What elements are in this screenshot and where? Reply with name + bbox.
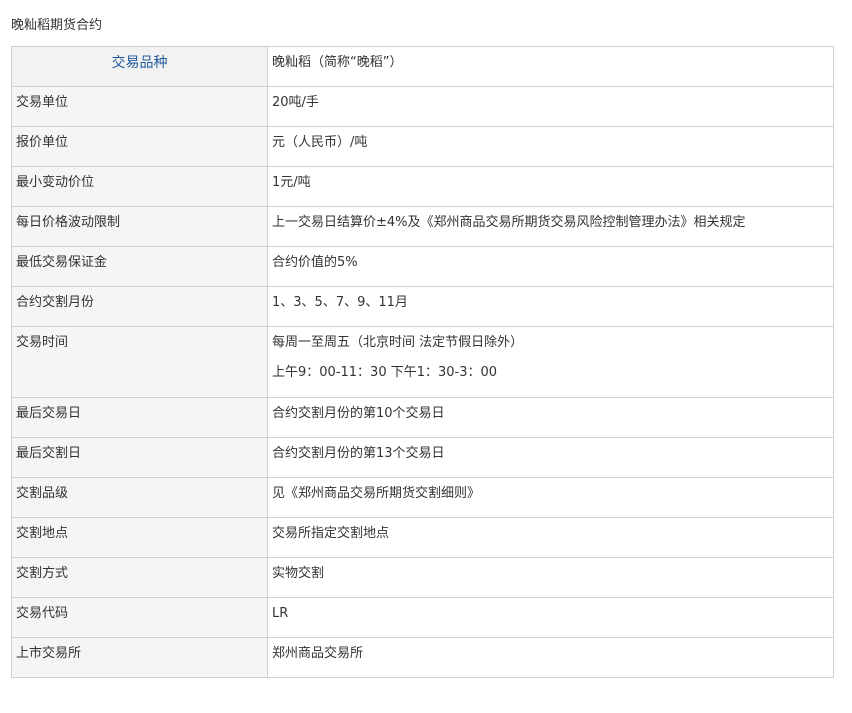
row-value-cell: 实物交割	[267, 557, 834, 598]
row-key-cell: 最后交割日	[11, 437, 268, 478]
header-value-cell: 晚籼稻（简称“晚稻”）	[267, 46, 834, 87]
row-key-cell: 报价单位	[11, 126, 268, 167]
table-row: 最小变动价位 1元/吨	[11, 166, 834, 207]
table-row: 交易单位 20吨/手	[11, 86, 834, 127]
table-row: 最后交易日 合约交割月份的第10个交易日	[11, 397, 834, 438]
table-row: 上市交易所 郑州商品交易所	[11, 637, 834, 678]
row-value-cell: LR	[267, 597, 834, 638]
row-value-cell: 合约交割月份的第10个交易日	[267, 397, 834, 438]
row-key-cell: 交割品级	[11, 477, 268, 518]
row-value-cell: 元（人民币）/吨	[267, 126, 834, 167]
table-row: 报价单位 元（人民币）/吨	[11, 126, 834, 167]
table-header-row: 交易品种 晚籼稻（简称“晚稻”）	[11, 46, 834, 87]
row-value-cell: 每周一至周五（北京时间 法定节假日除外） 上午9：00-11：30 下午1：30…	[267, 326, 834, 398]
row-key-cell: 交易单位	[11, 86, 268, 127]
contract-spec-table: 交易品种 晚籼稻（简称“晚稻”） 交易单位 20吨/手 报价单位 元（人民币）/…	[11, 46, 834, 678]
table-row: 最低交易保证金 合约价值的5%	[11, 246, 834, 287]
table-row: 每日价格波动限制 上一交易日结算价±4%及《郑州商品交易所期货交易风险控制管理办…	[11, 206, 834, 247]
row-key-cell: 合约交割月份	[11, 286, 268, 327]
table-row: 交割方式 实物交割	[11, 557, 834, 598]
row-value-cell: 20吨/手	[267, 86, 834, 127]
row-value-cell: 1、3、5、7、9、11月	[267, 286, 834, 327]
row-value-cell: 合约价值的5%	[267, 246, 834, 287]
row-key-cell: 上市交易所	[11, 637, 268, 678]
trading-days-text: 每周一至周五（北京时间 法定节假日除外）	[272, 335, 524, 350]
trading-hours-text: 上午9：00-11：30 下午1：30-3：00	[272, 365, 498, 380]
table-row: 交割品级 见《郑州商品交易所期货交割细则》	[11, 477, 834, 518]
table-row: 交易代码 LR	[11, 597, 834, 638]
row-key-cell: 最后交易日	[11, 397, 268, 438]
table-row: 交割地点 交易所指定交割地点	[11, 517, 834, 558]
row-key-cell: 交易代码	[11, 597, 268, 638]
header-key-cell: 交易品种	[11, 46, 268, 87]
row-value-cell: 上一交易日结算价±4%及《郑州商品交易所期货交易风险控制管理办法》相关规定	[267, 206, 834, 247]
row-key-cell: 交割方式	[11, 557, 268, 598]
table-row: 交易时间 每周一至周五（北京时间 法定节假日除外） 上午9：00-11：30 下…	[11, 326, 834, 398]
row-key-cell: 最低交易保证金	[11, 246, 268, 287]
page-title: 晚籼稻期货合约	[11, 18, 103, 33]
page: 晚籼稻期货合约 交易品种 晚籼稻（简称“晚稻”） 交易单位 20吨/手 报价单位…	[0, 0, 852, 713]
row-key-cell: 最小变动价位	[11, 166, 268, 207]
row-key-cell: 每日价格波动限制	[11, 206, 268, 247]
row-key-cell: 交易时间	[11, 326, 268, 398]
row-value-cell: 交易所指定交割地点	[267, 517, 834, 558]
row-value-cell: 1元/吨	[267, 166, 834, 207]
row-value-cell: 合约交割月份的第13个交易日	[267, 437, 834, 478]
table-row: 最后交割日 合约交割月份的第13个交易日	[11, 437, 834, 478]
row-value-cell: 郑州商品交易所	[267, 637, 834, 678]
row-key-cell: 交割地点	[11, 517, 268, 558]
table-row: 合约交割月份 1、3、5、7、9、11月	[11, 286, 834, 327]
row-value-cell: 见《郑州商品交易所期货交割细则》	[267, 477, 834, 518]
